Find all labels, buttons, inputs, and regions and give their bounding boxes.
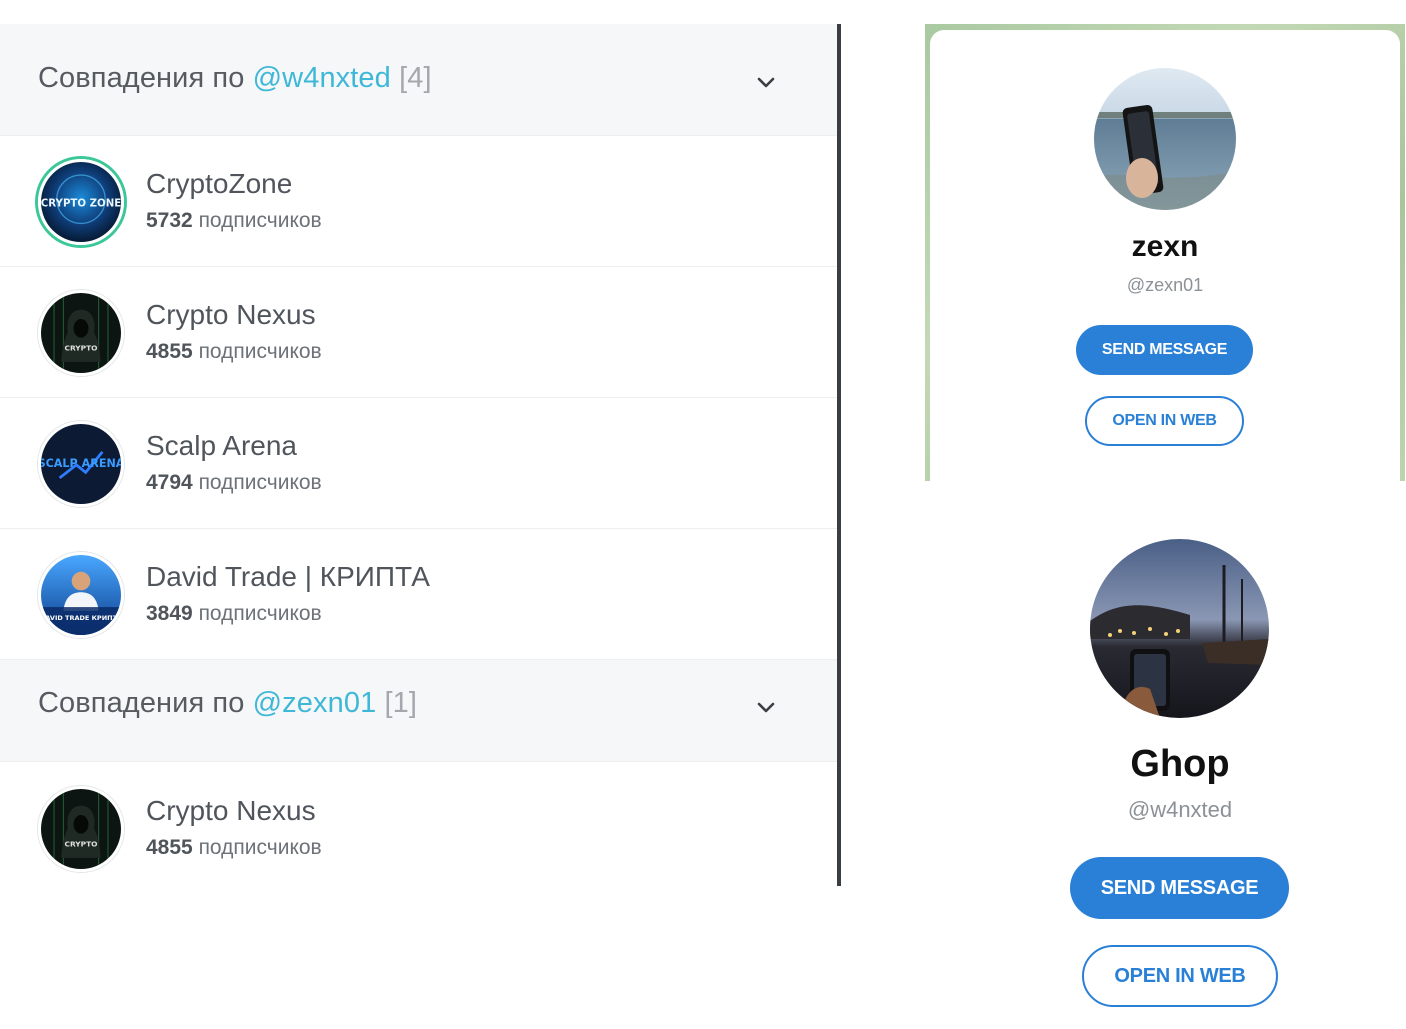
profile-photo <box>1094 68 1236 210</box>
list-item-channel[interactable]: CRYPTO Crypto Nexus 4855 подписчиков <box>0 762 837 893</box>
list-item-channel[interactable]: SCALP ARENA Scalp Arena 4794 подписчиков <box>0 398 837 529</box>
channel-subscribers: 4794 подписчиков <box>146 471 322 494</box>
profile-photo <box>1090 539 1269 718</box>
profile-handle: @w4nxted <box>1127 797 1233 822</box>
profile-card-zexn: zexn @zexn01 SEND MESSAGE OPEN IN WEB <box>930 30 1400 490</box>
channel-subscribers: 3849 подписчиков <box>146 602 322 625</box>
channel-avatar: CRYPTO <box>38 290 124 376</box>
channel-name: Crypto Nexus <box>146 795 316 826</box>
david-trade-logo: DAVID TRADE КРИПТА <box>41 555 121 635</box>
group-title-handle[interactable]: @w4nxted <box>253 62 391 94</box>
channel-avatar: SCALP ARENA <box>38 421 124 507</box>
channel-avatar: DAVID TRADE КРИПТА <box>38 552 124 638</box>
svg-text:DAVID TRADE КРИПТА: DAVID TRADE КРИПТА <box>41 614 121 622</box>
svg-text:CRYPTO ZONE: CRYPTO ZONE <box>41 199 121 210</box>
svg-text:SCALP ARENA: SCALP ARENA <box>41 457 121 470</box>
group-title-count: [4] <box>399 62 432 94</box>
list-item-channel[interactable]: CRYPTO Crypto Nexus 4855 подписчиков <box>0 267 837 398</box>
chevron-down-icon[interactable] <box>753 695 779 721</box>
chevron-down-icon[interactable] <box>753 70 779 96</box>
channel-name: David Trade | КРИПТА <box>146 561 430 592</box>
group-header-w4nxted[interactable]: Совпадения по @w4nxted [4] <box>0 24 837 136</box>
group-title: Совпадения по @w4nxted [4] <box>38 62 432 95</box>
crypto-nexus-logo: CRYPTO <box>41 789 121 869</box>
channel-subscribers: 4855 подписчиков <box>146 340 322 363</box>
group-title-prefix: Совпадения по <box>38 687 245 719</box>
channel-name: Scalp Arena <box>146 430 297 461</box>
channel-name: Crypto Nexus <box>146 299 316 330</box>
group-title-count: [1] <box>384 687 418 719</box>
send-message-button[interactable]: SEND MESSAGE <box>1070 857 1289 919</box>
list-item-channel[interactable]: CRYPTO ZONE CryptoZone 5732 подписчиков <box>0 136 837 267</box>
group-title-prefix: Совпадения по <box>38 62 245 94</box>
group-header-zexn01[interactable]: Совпадения по @zexn01 [1] <box>0 660 837 762</box>
profile-handle: @zexn01 <box>1126 275 1204 295</box>
group-title: Совпадения по @zexn01 [1] <box>38 687 417 720</box>
list-item-channel[interactable]: DAVID TRADE КРИПТА David Trade | КРИПТА … <box>0 529 837 660</box>
channel-name: CryptoZone <box>146 168 293 199</box>
group-title-handle[interactable]: @zexn01 <box>253 687 377 719</box>
channel-subscribers: 5732 подписчиков <box>146 209 322 232</box>
panel-divider <box>837 24 841 886</box>
harbor-photo <box>1090 539 1269 718</box>
channel-avatar: CRYPTO ZONE <box>38 159 124 245</box>
lake-photo <box>1094 68 1236 210</box>
svg-text:CRYPTO: CRYPTO <box>64 344 97 353</box>
profile-name: zexn <box>1131 230 1199 263</box>
crypto-nexus-logo: CRYPTO <box>41 293 121 373</box>
svg-text:CRYPTO: CRYPTO <box>64 840 97 849</box>
open-in-web-button[interactable]: OPEN IN WEB <box>1082 945 1278 1007</box>
profile-card-ghop: Ghop @w4nxted SEND MESSAGE OPEN IN WEB <box>1040 530 1320 1020</box>
channel-subscribers: 4855 подписчиков <box>146 836 322 859</box>
send-message-button[interactable]: SEND MESSAGE <box>1076 325 1253 375</box>
scalp-arena-logo: SCALP ARENA <box>41 424 121 504</box>
channel-avatar: CRYPTO <box>38 786 124 872</box>
profile-name: Ghop <box>1130 743 1230 785</box>
search-results-panel: Совпадения по @w4nxted [4] CRYPTO ZONE C… <box>0 24 837 893</box>
open-in-web-button[interactable]: OPEN IN WEB <box>1085 396 1244 446</box>
cryptozone-logo: CRYPTO ZONE <box>41 162 121 242</box>
